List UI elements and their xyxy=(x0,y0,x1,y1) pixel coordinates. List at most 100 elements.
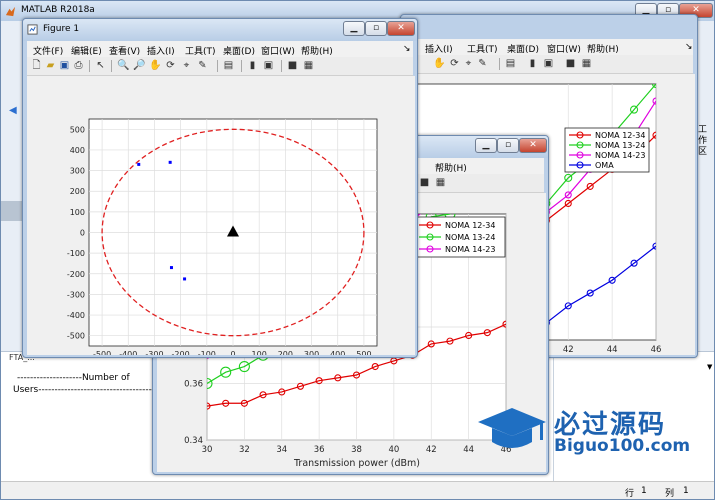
fig1-menu-insert[interactable]: 插入(I) xyxy=(147,44,175,57)
fig-mid-close-button[interactable]: ✕ xyxy=(519,138,547,153)
x-tick-label: 30 xyxy=(202,445,213,455)
y-tick-label: 0 xyxy=(80,229,85,238)
show-tools-icon[interactable]: ▦ xyxy=(435,177,446,188)
x-tick-label: 46 xyxy=(651,345,662,355)
legend-icon[interactable]: ▣ xyxy=(263,60,274,71)
dock-arrow-icon[interactable]: ↘ xyxy=(685,42,693,52)
status-col-value: 1 xyxy=(683,486,689,496)
fig1-menu-window[interactable]: 窗口(W) xyxy=(261,44,295,57)
fig1-menu-desktop[interactable]: 桌面(D) xyxy=(223,44,255,57)
toolbar-separator xyxy=(281,60,282,72)
x-tick-label: 42 xyxy=(426,445,437,455)
scroll-down-arrow-icon[interactable]: ▼ xyxy=(707,363,712,371)
hide-tools-icon[interactable]: ■ xyxy=(419,177,430,188)
toolbar-separator xyxy=(499,58,500,70)
y-tick-label: 500 xyxy=(70,125,85,134)
fig1-close-button[interactable]: ✕ xyxy=(387,21,415,36)
legend-entry: OMA xyxy=(595,161,614,170)
x-tick-label: 42 xyxy=(563,345,574,355)
fig1-menu-view[interactable]: 查看(V) xyxy=(109,44,140,57)
hide-tools-icon[interactable]: ■ xyxy=(565,58,576,69)
x-tick-label: 100 xyxy=(252,350,267,355)
toolbar-separator xyxy=(241,60,242,72)
save-icon[interactable]: ▣ xyxy=(59,60,70,71)
matlab-logo-icon xyxy=(5,6,16,17)
y-tick-label: 300 xyxy=(70,167,85,176)
link-plot-icon[interactable]: ▤ xyxy=(223,60,234,71)
legend-entry: NOMA 12-34 xyxy=(445,221,495,230)
datatip-icon[interactable]: ⌖ xyxy=(181,60,192,71)
fig-back-menu-desktop[interactable]: 桌面(D) xyxy=(507,42,539,55)
datatip-icon[interactable]: ⌖ xyxy=(463,58,474,69)
legend-icon[interactable]: ▣ xyxy=(543,58,554,69)
show-tools-icon[interactable]: ▦ xyxy=(581,58,592,69)
fig-mid-minimize-button[interactable]: ▁ xyxy=(475,138,497,153)
legend-entry: NOMA 12-34 xyxy=(595,131,645,140)
pan-icon[interactable]: ✋ xyxy=(433,58,445,69)
command-line-1: --------------------Number of xyxy=(17,373,130,383)
fig-back-menu-tools[interactable]: 工具(T) xyxy=(467,42,498,55)
y-tick-label: -500 xyxy=(67,332,85,341)
dock-arrow-icon[interactable]: ↘ xyxy=(403,44,411,54)
status-row-label: 行 xyxy=(625,489,635,499)
zoom-in-icon[interactable]: 🔍 xyxy=(117,60,129,71)
y-tick-label: -100 xyxy=(67,249,85,258)
edit-plot-arrow-icon[interactable]: ↖ xyxy=(95,60,106,71)
toolbar-separator xyxy=(111,60,112,72)
matlab-title: MATLAB R2018a xyxy=(21,5,95,15)
fig-back-menu-insert[interactable]: 插入(I) xyxy=(425,42,453,55)
x-tick-label: 34 xyxy=(276,445,287,455)
x-axis-label: Transmission power (dBm) xyxy=(293,458,420,469)
y-tick-label: 100 xyxy=(70,208,85,217)
x-tick-label: -200 xyxy=(172,350,190,355)
figure-1-window[interactable]: Figure 1 ▁ ▫ ✕ 文件(F) 编辑(E) 查看(V) 插入(I) 工… xyxy=(22,18,418,358)
fig1-minimize-button[interactable]: ▁ xyxy=(343,21,365,36)
fig1-menu-edit[interactable]: 编辑(E) xyxy=(71,44,102,57)
new-figure-icon[interactable]: 🗋 xyxy=(31,60,42,71)
figure-1-toolbar: 🗋 ▰ ▣ ⎙ ↖ 🔍 🔎 ✋ ⟳ ⌖ ✎ ▤ ▮ ▣ ■ ▦ xyxy=(27,57,413,76)
x-tick-label: 40 xyxy=(388,445,399,455)
y-tick-label: 0.34 xyxy=(184,436,203,446)
fig-back-menu-help[interactable]: 帮助(H) xyxy=(587,42,619,55)
fig1-menu-tools[interactable]: 工具(T) xyxy=(185,44,216,57)
fig1-maximize-button[interactable]: ▫ xyxy=(365,21,387,36)
figure-back-menubar: 插入(I) 工具(T) 桌面(D) 窗口(W) 帮助(H) ↘ xyxy=(405,39,693,55)
colorbar-icon[interactable]: ▮ xyxy=(247,60,258,71)
hide-tools-icon[interactable]: ■ xyxy=(287,60,298,71)
colorbar-icon[interactable]: ▮ xyxy=(527,58,538,69)
fig-back-menu-window[interactable]: 窗口(W) xyxy=(547,42,581,55)
open-file-icon[interactable]: ▰ xyxy=(45,60,56,71)
pan-icon[interactable]: ✋ xyxy=(149,60,161,71)
fig-mid-menu-help[interactable]: 帮助(H) xyxy=(435,161,467,174)
y-tick-label: -200 xyxy=(67,270,85,279)
x-tick-label: -500 xyxy=(93,350,111,355)
legend-entry: NOMA 14-23 xyxy=(445,245,495,254)
status-bar: 行 1 列 1 xyxy=(1,481,714,499)
y-tick-label: 200 xyxy=(70,187,85,196)
fig-mid-maximize-button[interactable]: ▫ xyxy=(497,138,519,153)
show-tools-icon[interactable]: ▦ xyxy=(303,60,314,71)
y-tick-label: 0.36 xyxy=(184,380,203,390)
brush-icon[interactable]: ✎ xyxy=(197,60,208,71)
legend-entry: NOMA 13-24 xyxy=(595,141,645,150)
rotate-icon[interactable]: ⟳ xyxy=(165,60,176,71)
fig1-menu-help[interactable]: 帮助(H) xyxy=(301,44,333,57)
x-tick-label: 500 xyxy=(356,350,371,355)
rotate-icon[interactable]: ⟳ xyxy=(449,58,460,69)
x-tick-label: 0 xyxy=(230,350,235,355)
fig1-menu-file[interactable]: 文件(F) xyxy=(33,44,63,57)
link-plot-icon[interactable]: ▤ xyxy=(505,58,516,69)
y-tick-label: 400 xyxy=(70,146,85,155)
user-point xyxy=(137,162,141,166)
x-tick-label: 32 xyxy=(239,445,250,455)
print-icon[interactable]: ⎙ xyxy=(73,60,84,71)
brush-icon[interactable]: ✎ xyxy=(477,58,488,69)
back-arrow-icon[interactable]: ◀ xyxy=(9,105,17,116)
zoom-out-icon[interactable]: 🔎 xyxy=(133,60,145,71)
scatter-plot-canvas[interactable]: -500 -400 -300 -200 -100 0 100 200 300 400 500 -500… xyxy=(27,76,415,355)
workspace-label[interactable]: 工作区 xyxy=(698,125,708,158)
legend-entry: NOMA 13-24 xyxy=(445,233,495,242)
x-tick-label: 300 xyxy=(304,350,319,355)
y-tick-label: -400 xyxy=(67,311,85,320)
status-col-label: 列 xyxy=(665,489,675,499)
